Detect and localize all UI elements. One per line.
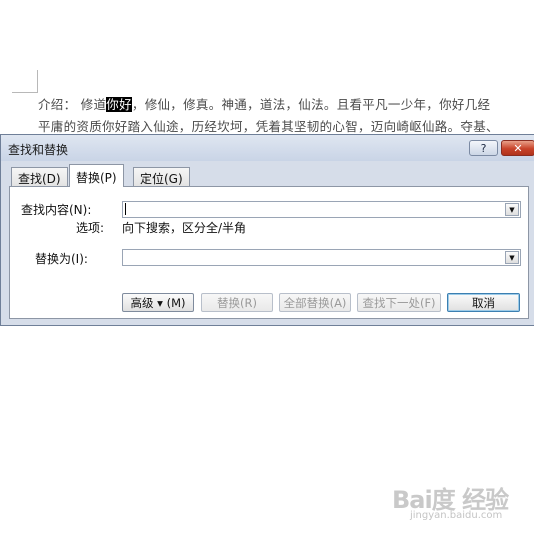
more-options-button[interactable]: 高级 ▾ (M) [122, 293, 194, 312]
chevron-down-icon: ▼ [509, 205, 515, 214]
document-line-1: 介绍： 修道你好，修仙，修真。神通，道法，仙法。且看平凡一少年，你好几经 [38, 94, 490, 113]
selected-text[interactable]: 你好 [106, 97, 132, 112]
find-dropdown-button[interactable]: ▼ [505, 203, 519, 216]
find-what-label: 查找内容(N): [21, 203, 92, 217]
doc-text: ，修仙，修真。神通，道法，仙法。且看平凡一少年，你好几经 [131, 97, 491, 112]
replace-with-input[interactable]: ▼ [122, 249, 521, 266]
help-icon: ? [480, 141, 487, 155]
document-line-2: 平庸的资质你好踏入仙途，历经坎坷，凭着其坚韧的心智，迈向崎岖仙路。夺基、 [38, 119, 499, 134]
text-caret [125, 203, 126, 215]
close-button[interactable]: ✕ [501, 140, 534, 156]
options-value: 向下搜索，区分全/半角 [122, 221, 247, 235]
find-next-button[interactable]: 查找下一处(F) [357, 293, 441, 312]
find-what-input[interactable]: ▼ [122, 201, 521, 218]
find-replace-dialog: 查找和替换 ? ✕ 查找(D) 替换(P) 定位(G) 查找内容(N): ▼ 选… [0, 134, 534, 326]
tab-replace[interactable]: 替换(P) [69, 164, 124, 187]
replace-with-label: 替换为(I): [35, 252, 88, 266]
baidu-jingyan-watermark: Bai度 经验 jingyan.baidu.com [392, 478, 512, 524]
cancel-button[interactable]: 取消 [447, 293, 520, 312]
dialog-title-bar[interactable]: 查找和替换 ? ✕ [1, 135, 534, 161]
close-icon: ✕ [513, 141, 523, 155]
options-label: 选项: [76, 221, 105, 235]
help-button[interactable]: ? [469, 140, 498, 156]
replace-button[interactable]: 替换(R) [201, 293, 273, 312]
dialog-title: 查找和替换 [8, 143, 69, 157]
watermark-url: jingyan.baidu.com [410, 510, 503, 521]
replace-dropdown-button[interactable]: ▼ [505, 251, 519, 264]
chevron-down-icon: ▼ [509, 253, 515, 262]
page-corner-mark [12, 70, 38, 93]
doc-text: 介绍： 修道 [38, 97, 107, 112]
tab-goto[interactable]: 定位(G) [133, 167, 190, 186]
replace-all-button[interactable]: 全部替换(A) [279, 293, 351, 312]
tab-find[interactable]: 查找(D) [11, 167, 68, 186]
